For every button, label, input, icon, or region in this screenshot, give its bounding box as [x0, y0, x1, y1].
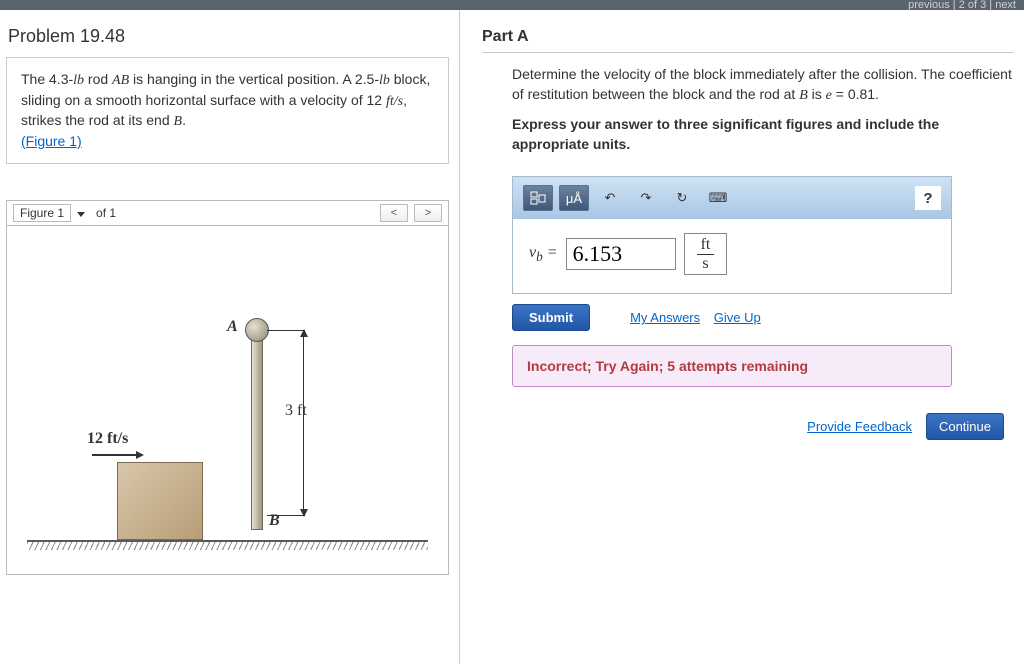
unit-box[interactable]: ft s — [684, 233, 728, 275]
feedback-message: Incorrect; Try Again; 5 attempts remaini… — [512, 345, 952, 387]
pivot-icon — [245, 318, 269, 342]
problem-title: Problem 19.48 — [6, 22, 449, 57]
submit-row: Submit My Answers Give Up — [512, 304, 1014, 331]
velocity-label: 12 ft/s — [87, 430, 128, 448]
point-a-label: A — [227, 318, 238, 336]
provide-feedback-link[interactable]: Provide Feedback — [807, 419, 912, 434]
prompt-text: The 4.3-lb rod AB is hanging in the vert… — [21, 71, 430, 128]
footer-row: Provide Feedback Continue — [482, 413, 1004, 440]
figure-label: Figure 1 — [13, 204, 71, 222]
answer-toolbar: μÅ ↶ ↷ ↻ ⌨ ? — [513, 177, 951, 219]
nav-text: previous | 2 of 3 | next — [908, 0, 1016, 10]
left-pane: Problem 19.48 The 4.3-lb rod AB is hangi… — [0, 10, 460, 664]
figure-link[interactable]: (Figure 1) — [21, 133, 82, 149]
figure-prev-button[interactable]: < — [380, 204, 408, 222]
unit-denominator: s — [702, 255, 708, 272]
undo-button[interactable]: ↶ — [595, 185, 625, 211]
length-label: 3 ft — [285, 402, 307, 420]
figure-dropdown[interactable] — [77, 206, 88, 221]
give-up-link[interactable]: Give Up — [714, 310, 761, 325]
my-answers-link[interactable]: My Answers — [630, 310, 700, 325]
answer-links: My Answers Give Up — [630, 310, 771, 325]
template-button[interactable] — [523, 185, 553, 211]
keyboard-button[interactable]: ⌨ — [703, 185, 733, 211]
part-heading: Part A — [482, 28, 1014, 53]
figure-canvas: 12 ft/s A B 3 ft — [6, 225, 449, 575]
block-shape — [117, 462, 203, 540]
dimension-line — [303, 330, 304, 516]
figure-count: of 1 — [94, 206, 118, 220]
main-layout: Problem 19.48 The 4.3-lb rod AB is hangi… — [0, 10, 1024, 664]
answer-box: μÅ ↶ ↷ ↻ ⌨ ? vb = ft s — [512, 176, 952, 294]
right-pane: Part A Determine the velocity of the blo… — [460, 10, 1024, 664]
figure-next-button[interactable]: > — [414, 204, 442, 222]
question-text: Determine the velocity of the block imme… — [512, 65, 1012, 105]
instruction-text: Express your answer to three significant… — [512, 115, 1012, 154]
velocity-arrow-icon — [92, 454, 142, 456]
continue-button[interactable]: Continue — [926, 413, 1004, 440]
rod-shape — [251, 330, 263, 530]
fraction-icon — [530, 191, 546, 205]
units-button[interactable]: μÅ — [559, 185, 589, 211]
unit-numerator: ft — [697, 237, 715, 255]
value-input[interactable] — [566, 238, 676, 270]
chevron-down-icon — [77, 212, 85, 217]
problem-prompt: The 4.3-lb rod AB is hanging in the vert… — [6, 57, 449, 164]
ground-hatch — [27, 540, 428, 550]
top-nav-bar: previous | 2 of 3 | next — [0, 0, 1024, 10]
redo-button[interactable]: ↷ — [631, 185, 661, 211]
part-body: Determine the velocity of the block imme… — [482, 65, 1014, 154]
figure-header: Figure 1 of 1 < > — [6, 200, 449, 225]
reset-button[interactable]: ↻ — [667, 185, 697, 211]
variable-label: vb = — [529, 244, 558, 265]
answer-input-row: vb = ft s — [513, 219, 951, 293]
submit-button[interactable]: Submit — [512, 304, 590, 331]
help-button[interactable]: ? — [915, 186, 941, 210]
